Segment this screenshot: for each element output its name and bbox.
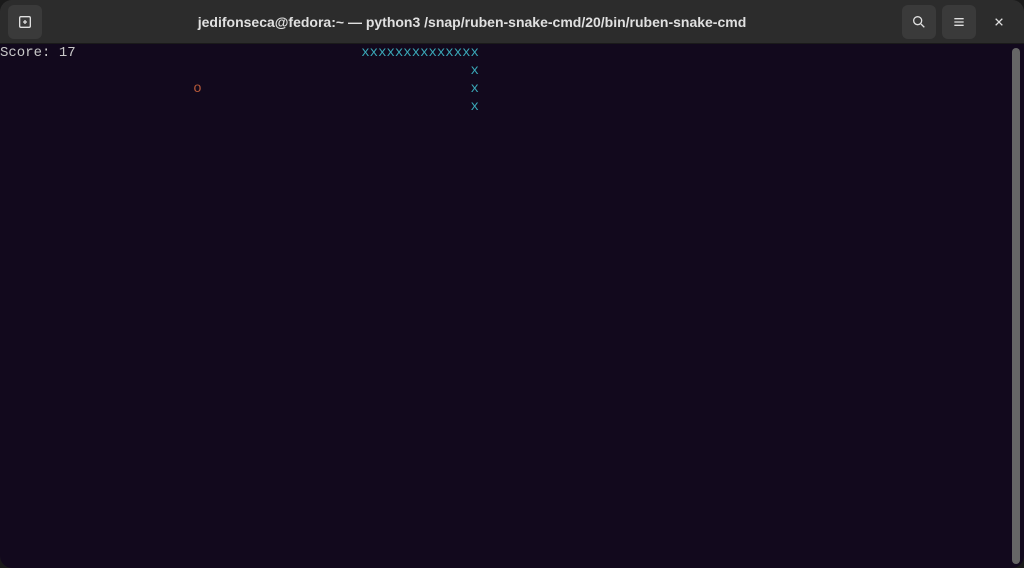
spacer-2 [0,63,470,79]
score-label: Score: [0,45,59,61]
close-button[interactable] [982,5,1016,39]
food: o [193,81,201,97]
new-tab-button[interactable] [8,5,42,39]
spacer-1 [76,45,362,61]
menu-button[interactable] [942,5,976,39]
snake-body-row3: x [470,81,478,97]
search-icon [911,14,927,30]
terminal-window: jedifonseca@fedora:~ — python3 /snap/rub… [0,0,1024,568]
spacer-3b [202,81,471,97]
terminal-content: Score: 17 xxxxxxxxxxxxxx x o x [0,44,1010,568]
titlebar: jedifonseca@fedora:~ — python3 /snap/rub… [0,0,1024,44]
close-icon [991,14,1007,30]
spacer-4 [0,99,470,115]
titlebar-left [8,5,42,39]
score-value: 17 [59,45,76,61]
hamburger-icon [951,14,967,30]
terminal-area[interactable]: Score: 17 xxxxxxxxxxxxxx x o x [0,44,1024,568]
search-button[interactable] [902,5,936,39]
snake-body-row1: xxxxxxxxxxxxxx [361,45,479,61]
snake-body-row2: x [470,63,478,79]
spacer-3a [0,81,193,97]
plus-tab-icon [17,14,33,30]
snake-body-row4: x [470,99,478,115]
scrollbar[interactable] [1012,48,1020,564]
window-title: jedifonseca@fedora:~ — python3 /snap/rub… [42,14,902,30]
titlebar-right [902,5,1016,39]
